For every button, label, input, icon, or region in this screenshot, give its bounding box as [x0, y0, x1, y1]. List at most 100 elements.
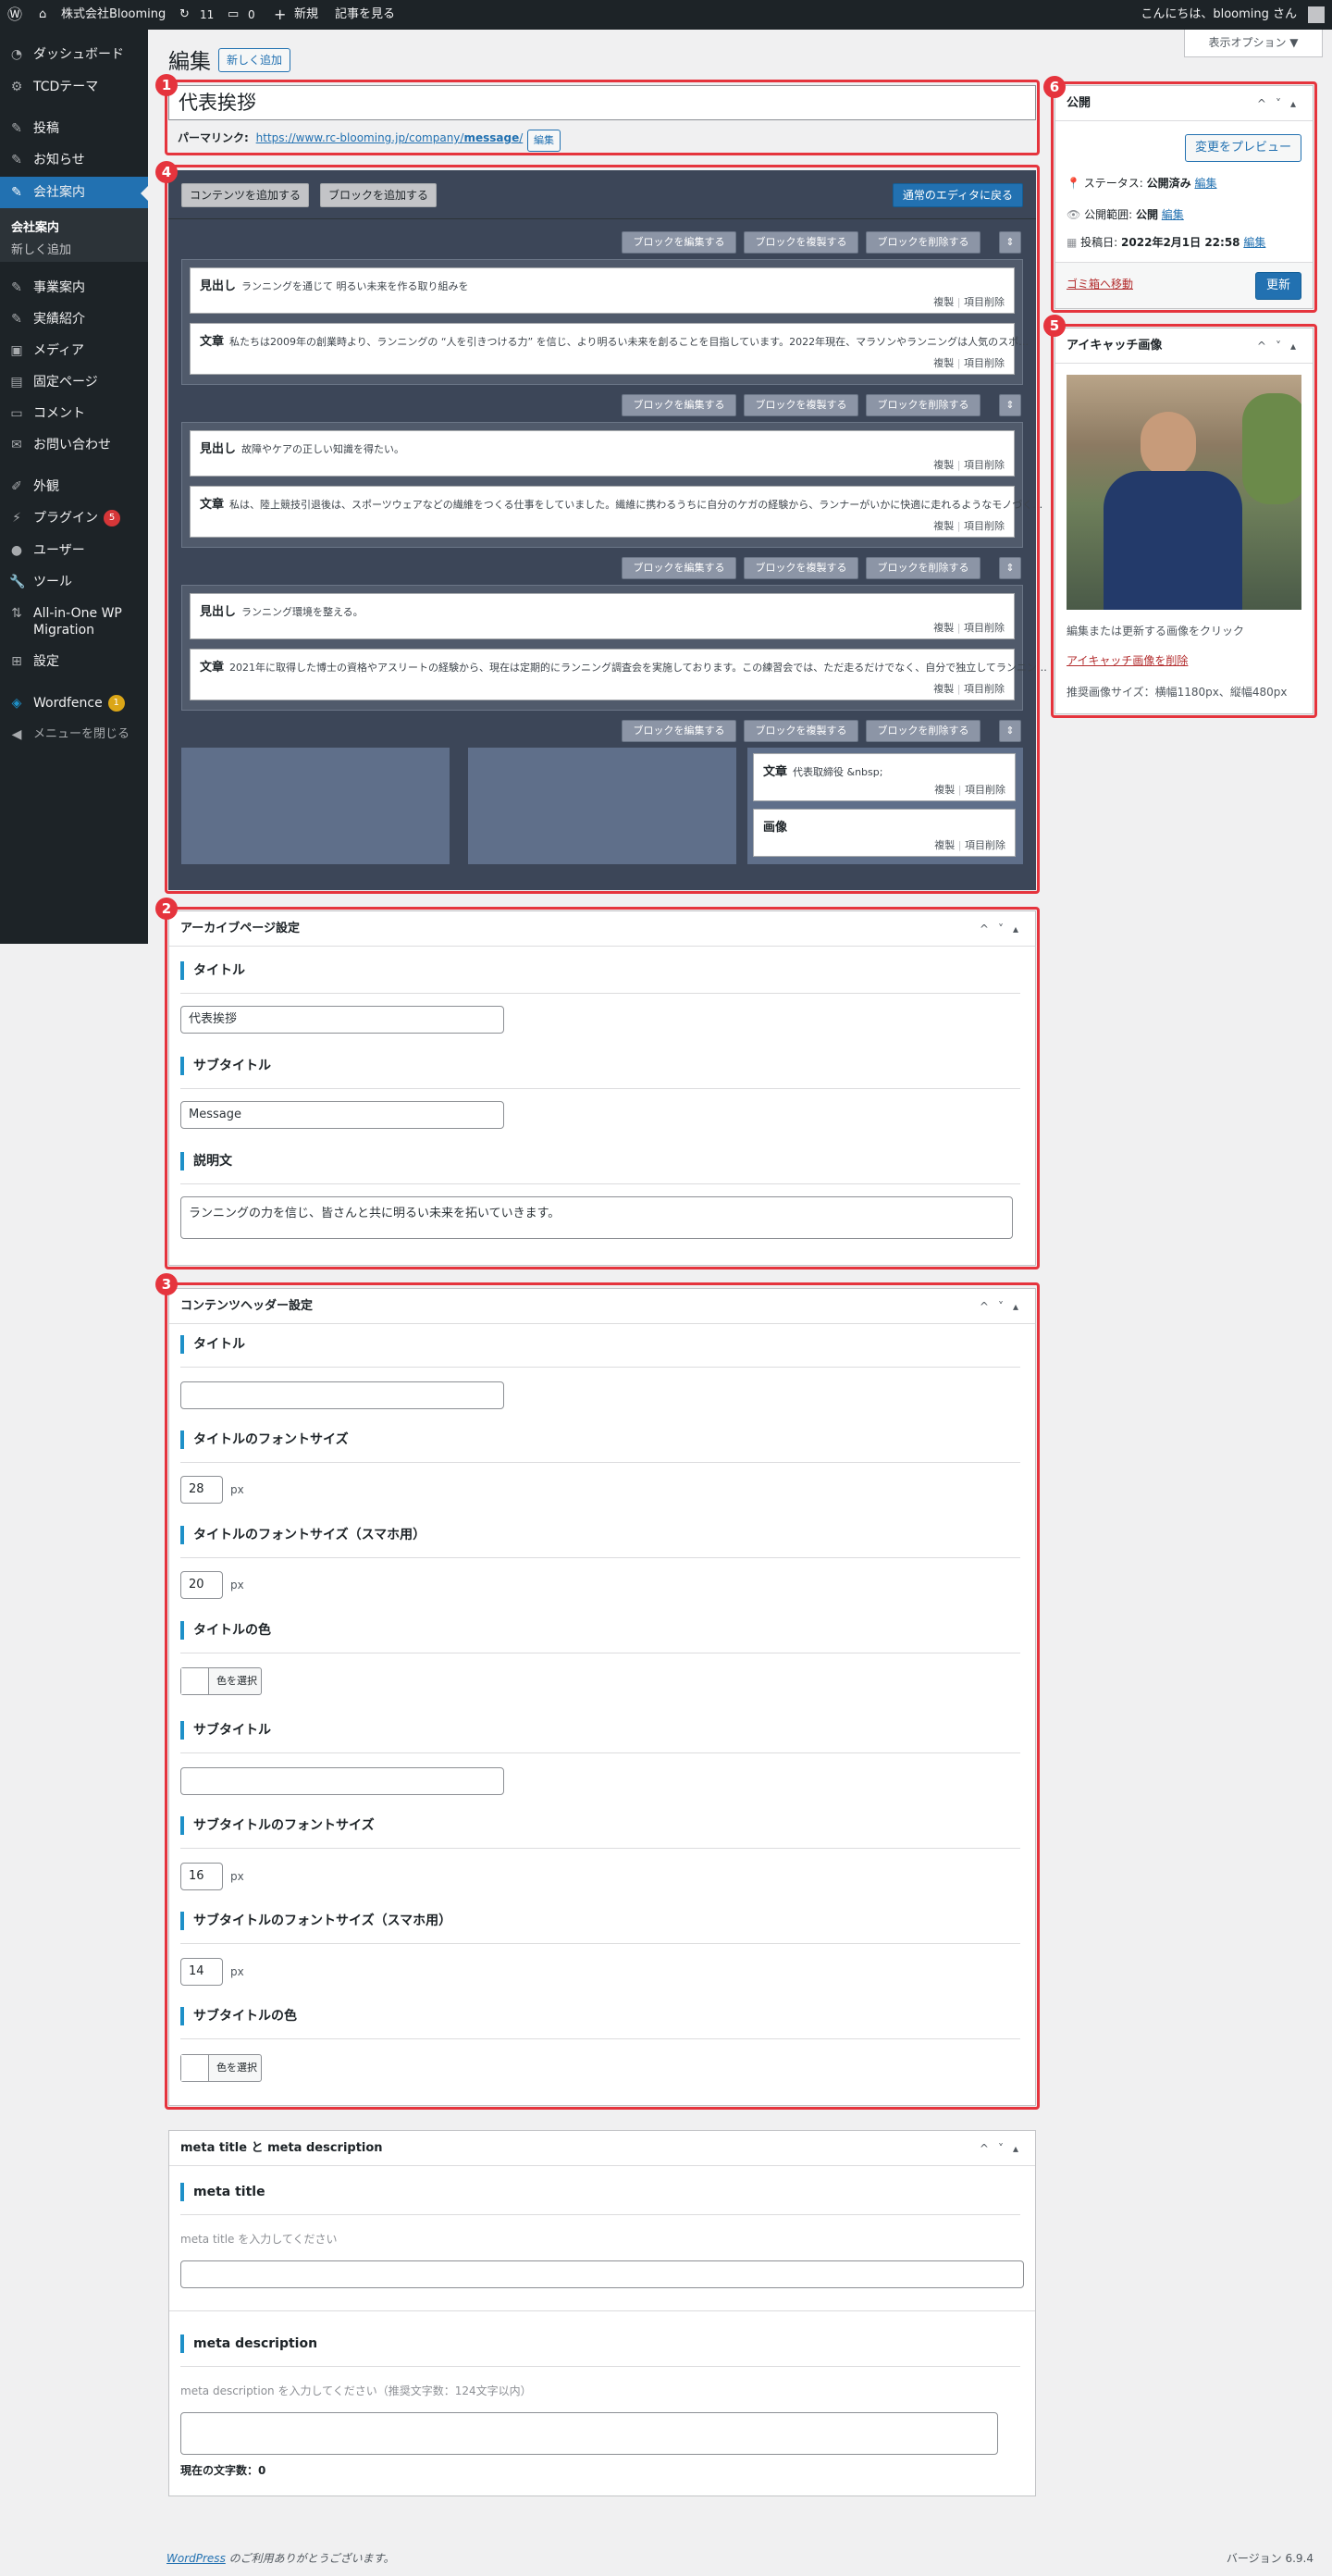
item-delete-link[interactable]: 項目削除 — [964, 683, 1005, 695]
item-duplicate-link[interactable]: 複製 — [934, 839, 955, 851]
sort-handle-icon[interactable]: ⇕ — [999, 720, 1021, 742]
item-delete-link[interactable]: 項目削除 — [964, 357, 1005, 369]
date-edit-link[interactable]: 編集 — [1243, 236, 1265, 249]
delete-block-button[interactable]: ブロックを削除する — [866, 231, 980, 254]
duplicate-block-button[interactable]: ブロックを複製する — [744, 720, 858, 742]
post-title-input[interactable]: 代表挨拶 — [168, 85, 1036, 120]
duplicate-block-button[interactable]: ブロックを複製する — [744, 231, 858, 254]
item-actions[interactable]: 複製 | 項目削除 — [934, 837, 1005, 852]
item-delete-link[interactable]: 項目削除 — [964, 520, 1005, 532]
duplicate-block-button[interactable]: ブロックを複製する — [744, 557, 858, 579]
empty-column[interactable] — [181, 748, 450, 864]
archive-subtitle-input[interactable]: Message — [180, 1101, 504, 1129]
collapse-menu[interactable]: ◀ メニューを閉じる — [0, 719, 148, 750]
sort-handle-icon[interactable]: ⇕ — [999, 557, 1021, 579]
content-item[interactable]: 文章 代表取締役 &nbsp; 複製 | 項目削除 — [753, 753, 1016, 801]
ch-sub-color-picker[interactable]: 色を選択 — [180, 2054, 262, 2082]
updates-icon[interactable]: ↻ — [179, 0, 190, 30]
site-name-link[interactable]: 株式会社Blooming — [61, 0, 166, 30]
permalink-link[interactable]: https://www.rc-blooming.jp/company/messa… — [256, 131, 524, 144]
sidebar-item-migration[interactable]: ⇅ All-in-One WP Migration — [0, 598, 148, 640]
sort-handle-icon[interactable]: ⇕ — [999, 394, 1021, 416]
ch-title-color-picker[interactable]: 色を選択 — [180, 1667, 262, 1695]
item-delete-link[interactable]: 項目削除 — [964, 459, 1005, 471]
content-item[interactable]: 見出し ランニングを通じて 明るい未来を作る取り組みを 複製 | 項目削除 — [190, 267, 1015, 314]
item-duplicate-link[interactable]: 複製 — [934, 784, 955, 796]
panel-controls[interactable]: ^˅▴ — [1257, 328, 1305, 364]
duplicate-block-button[interactable]: ブロックを複製する — [744, 394, 858, 416]
item-duplicate-link[interactable]: 複製 — [933, 683, 954, 695]
item-actions[interactable]: 複製 | 項目削除 — [933, 457, 1005, 472]
featured-image[interactable] — [1067, 375, 1301, 610]
item-actions[interactable]: 複製 | 項目削除 — [934, 782, 1005, 797]
status-edit-link[interactable]: 編集 — [1195, 177, 1217, 190]
update-button[interactable]: 更新 — [1255, 272, 1301, 300]
sidebar-item-appearance[interactable]: ✐ 外観 — [0, 471, 148, 502]
updates-count[interactable]: 11 — [200, 0, 214, 30]
ch-title-font-sp-input[interactable]: 20 — [180, 1571, 223, 1599]
sidebar-item-settings[interactable]: ⊞ 設定 — [0, 646, 148, 677]
item-delete-link[interactable]: 項目削除 — [964, 622, 1005, 634]
item-actions[interactable]: 複製 | 項目削除 — [933, 355, 1005, 370]
item-actions[interactable]: 複製 | 項目削除 — [933, 681, 1005, 696]
comments-count[interactable]: 0 — [248, 0, 255, 30]
sidebar-item-company[interactable]: ✎ 会社案内 — [0, 177, 148, 208]
sidebar-item-plugins[interactable]: ⚡ プラグイン 5 — [0, 502, 148, 534]
new-link[interactable]: 新規 — [294, 0, 318, 30]
item-delete-link[interactable]: 項目削除 — [964, 296, 1005, 308]
view-post-link[interactable]: 記事を見る — [335, 0, 395, 30]
archive-title-input[interactable]: 代表挨拶 — [180, 1006, 504, 1034]
item-duplicate-link[interactable]: 複製 — [933, 459, 954, 471]
sidebar-item-contact[interactable]: ✉ お問い合わせ — [0, 429, 148, 461]
add-new-button[interactable]: 新しく追加 — [218, 48, 291, 72]
preview-button[interactable]: 変更をプレビュー — [1184, 134, 1301, 162]
sidebar-item-users[interactable]: ● ユーザー — [0, 535, 148, 566]
sidebar-item-tools[interactable]: 🔧 ツール — [0, 566, 148, 598]
item-delete-link[interactable]: 項目削除 — [965, 784, 1005, 796]
comment-icon[interactable]: ▭ — [228, 0, 239, 30]
item-actions[interactable]: 複製 | 項目削除 — [933, 294, 1005, 309]
content-item[interactable]: 見出し ランニング環境を整える。 複製 | 項目削除 — [190, 593, 1015, 639]
back-to-editor-button[interactable]: 通常のエディタに戻る — [892, 183, 1023, 207]
submenu-company[interactable]: 会社案内 — [11, 217, 59, 235]
sidebar-item-business[interactable]: ✎ 事業案内 — [0, 272, 148, 303]
ch-sub-font-input[interactable]: 16 — [180, 1863, 223, 1890]
greeting[interactable]: こんにちは、blooming さん — [1141, 0, 1297, 30]
wordpress-logo-icon[interactable]: Ⓦ — [7, 0, 22, 30]
sidebar-item-posts[interactable]: ✎ 投稿 — [0, 113, 148, 144]
submenu-add-new[interactable]: 新しく追加 — [11, 240, 71, 257]
meta-desc-textarea[interactable] — [180, 2412, 998, 2455]
ch-title-input[interactable] — [180, 1381, 504, 1409]
trash-link[interactable]: ゴミ箱へ移動 — [1067, 276, 1133, 291]
content-item[interactable]: 文章 私は、陸上競技引退後は、スポーツウェアなどの繊維をつくる仕事をしていました。… — [190, 486, 1042, 538]
panel-controls[interactable]: ^˅▴ — [1257, 86, 1305, 121]
item-duplicate-link[interactable]: 複製 — [933, 357, 954, 369]
edit-block-button[interactable]: ブロックを編集する — [622, 394, 736, 416]
panel-controls[interactable]: ^˅▴ — [980, 1289, 1028, 1324]
add-block-button[interactable]: ブロックを追加する — [320, 183, 438, 207]
edit-block-button[interactable]: ブロックを編集する — [622, 231, 736, 254]
ch-title-font-input[interactable]: 28 — [180, 1476, 223, 1504]
content-item[interactable]: 文章 私たちは2009年の創業時より、ランニングの “人を引きつける力” を信じ、… — [190, 323, 1029, 375]
visibility-edit-link[interactable]: 編集 — [1162, 208, 1184, 221]
delete-block-button[interactable]: ブロックを削除する — [866, 394, 980, 416]
archive-desc-textarea[interactable]: ランニングの力を信じ、皆さんと共に明るい未来を拓いていきます。 — [180, 1196, 1013, 1239]
plus-icon[interactable]: + — [274, 0, 286, 30]
ch-subtitle-input[interactable] — [180, 1767, 504, 1795]
sidebar-item-tcd[interactable]: ⚙ TCDテーマ — [0, 71, 148, 103]
item-duplicate-link[interactable]: 複製 — [933, 520, 954, 532]
remove-featured-link[interactable]: アイキャッチ画像を削除 — [1067, 652, 1188, 668]
sidebar-item-news[interactable]: ✎ お知らせ — [0, 144, 148, 176]
panel-controls[interactable]: ^˅▴ — [980, 911, 1028, 947]
empty-column[interactable] — [468, 748, 736, 864]
sort-handle-icon[interactable]: ⇕ — [999, 231, 1021, 254]
edit-block-button[interactable]: ブロックを編集する — [622, 720, 736, 742]
screen-options-button[interactable]: 表示オプション ▼ — [1184, 30, 1323, 57]
item-actions[interactable]: 複製 | 項目削除 — [933, 620, 1005, 635]
ch-sub-font-sp-input[interactable]: 14 — [180, 1958, 223, 1986]
delete-block-button[interactable]: ブロックを削除する — [866, 557, 980, 579]
sidebar-item-wordfence[interactable]: ◈ Wordfence 1 — [0, 687, 148, 719]
item-delete-link[interactable]: 項目削除 — [965, 839, 1005, 851]
wordpress-link[interactable]: WordPress — [166, 2552, 226, 2565]
meta-title-input[interactable] — [180, 2260, 1024, 2288]
